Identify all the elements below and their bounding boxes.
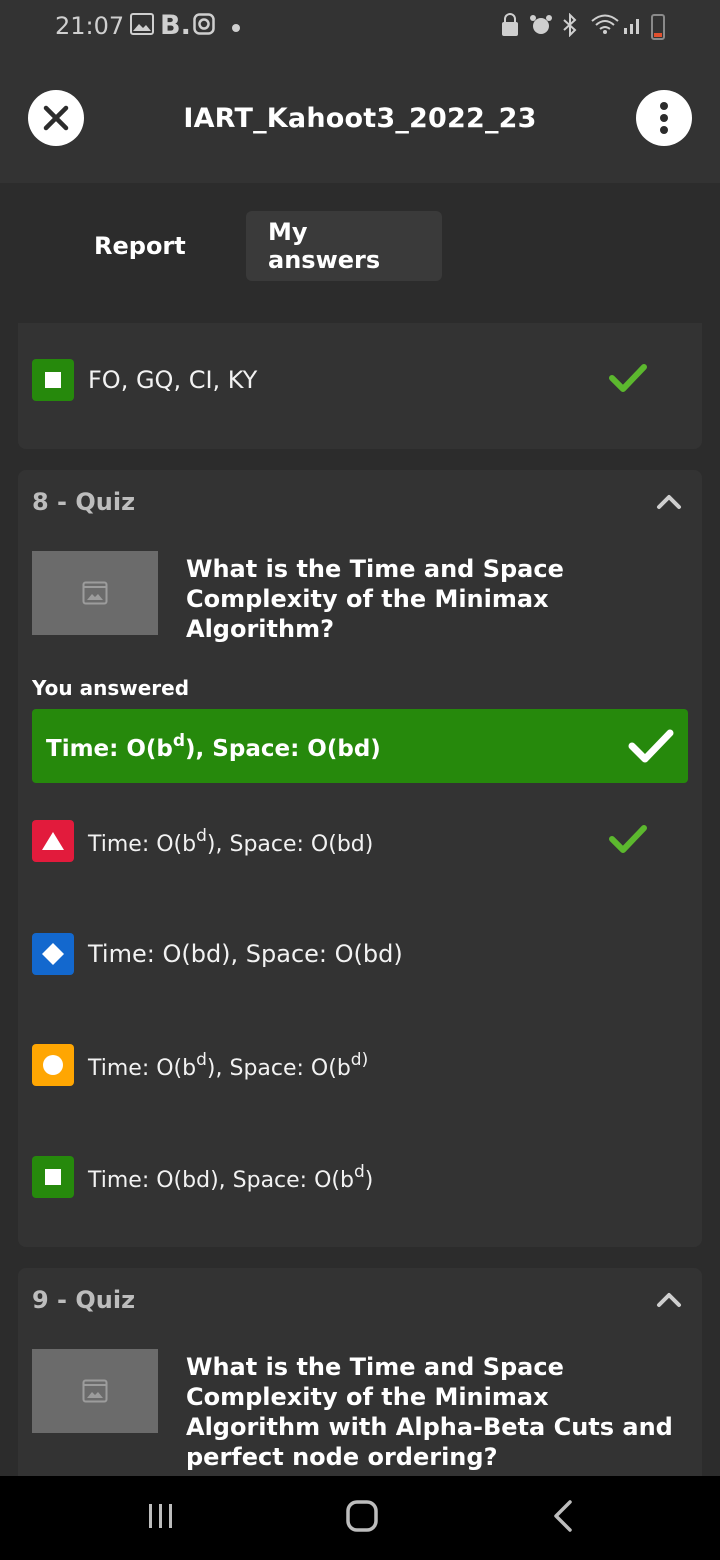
recent-apps-icon[interactable] [146,1498,176,1534]
square-shape-icon [32,359,74,401]
system-nav-bar [0,1476,720,1560]
triangle-shape-icon [32,820,74,862]
answer-text: Time: O(bd), Space: O(bd) [88,1161,374,1193]
battery-icon [651,14,665,40]
wifi-icon [590,13,620,43]
question-header: 9 - Quiz [32,1286,136,1314]
tab-my-answers[interactable]: My answers [246,211,442,281]
question-header: 8 - Quiz [32,488,136,516]
gallery-icon [130,13,154,43]
tab-bar: Report My answers [0,183,720,323]
answer-text: Time: O(bd), Space: O(bd) [88,825,374,857]
instagram-icon [193,13,215,43]
answer-option-2: Time: O(bd), Space: O(bd) [32,932,692,976]
selected-answer: Time: O(bd), Space: O(bd) [32,709,688,783]
more-vertical-icon [660,102,668,134]
you-answered-label: You answered [32,676,190,700]
answer-text: Time: O(bd), Space: O(bd) [88,940,403,968]
question-text: What is the Time and Space Complexity of… [186,1353,673,1471]
answer-option-4: Time: O(bd), Space: O(bd) [32,1155,692,1199]
tab-report[interactable]: Report [72,211,208,281]
status-time: 21:07 [55,12,125,40]
signal-icon [622,13,644,43]
b-icon: B. [160,10,191,41]
question-image-placeholder [32,551,158,635]
question-card-8: 8 - Quiz What is the Time and Space Comp… [18,470,702,1247]
lock-icon [501,13,519,45]
app-header: IART_Kahoot3_2022_23 [0,55,720,183]
answer-option-1: Time: O(bd), Space: O(bd) [32,819,692,863]
square-shape-icon [32,1156,74,1198]
diamond-shape-icon [32,933,74,975]
circle-shape-icon [32,1044,74,1086]
chevron-up-icon[interactable] [656,494,682,510]
question-image-placeholder [32,1349,158,1433]
question-text: What is the Time and Space Complexity of… [186,555,564,643]
image-icon [82,1379,108,1403]
answer-row: FO, GQ, CI, KY [32,358,692,402]
page-title: IART_Kahoot3_2022_23 [183,103,537,134]
answer-option-3: Time: O(bd), Space: O(bd) [32,1043,692,1087]
image-icon [82,581,108,605]
answer-text: FO, GQ, CI, KY [88,366,258,394]
check-icon [628,729,674,763]
notification-dot-icon [232,24,240,32]
answer-text: Time: O(bd), Space: O(bd) [88,1049,369,1081]
home-icon[interactable] [344,1498,380,1534]
more-options-button[interactable] [636,90,692,146]
alarm-icon [529,13,553,45]
question-card-9: 9 - Quiz What is the Time and Space Comp… [18,1268,702,1508]
status-bar: 21:07 B. [0,0,720,55]
chevron-up-icon[interactable] [656,1292,682,1308]
back-icon[interactable] [550,1498,576,1534]
check-icon [609,364,647,392]
check-icon [609,825,647,853]
selected-answer-text: Time: O(bd), Space: O(bd) [46,730,381,762]
question-card-previous: FO, GQ, CI, KY [18,323,702,449]
bluetooth-icon [562,12,578,45]
